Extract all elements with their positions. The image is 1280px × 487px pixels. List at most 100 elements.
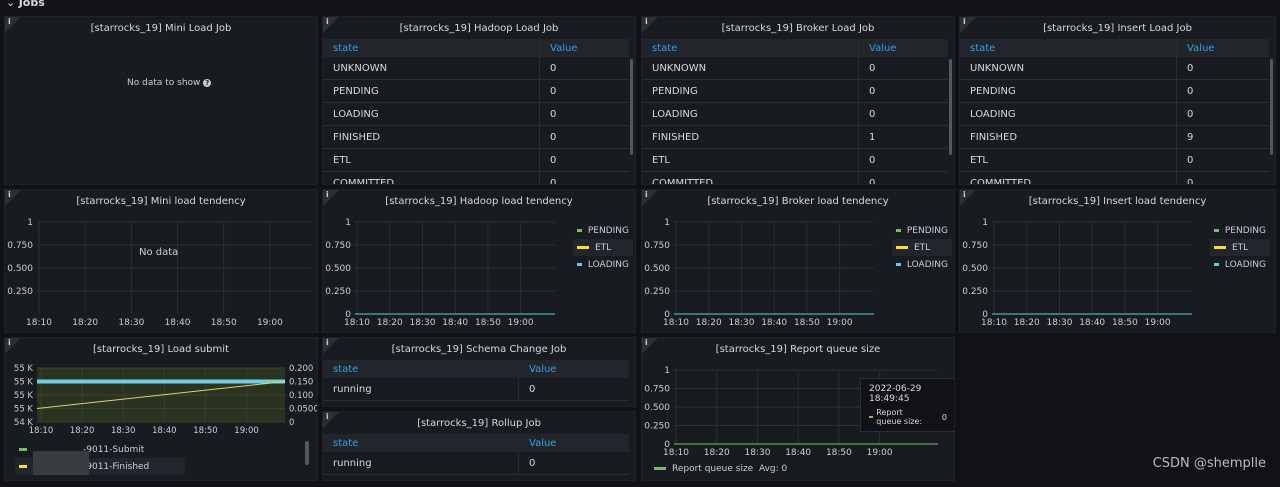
header-value[interactable]: Value: [519, 434, 629, 452]
y-right-tick-label: 0.100: [289, 391, 313, 401]
legend-label: ETL: [914, 242, 931, 253]
table-row: FINISHED 9: [960, 126, 1269, 149]
legend-item-pending[interactable]: PENDING: [892, 222, 952, 239]
y-tick-label: 0.250: [325, 287, 351, 297]
panel-title[interactable]: [starrocks_19] Schema Change Job: [323, 344, 635, 355]
header-state[interactable]: state: [960, 39, 1177, 57]
legend-swatch: [896, 263, 901, 266]
header-value[interactable]: Value: [519, 360, 629, 378]
y-tick-label: 0.750: [325, 241, 351, 251]
legend-item-etl[interactable]: ETL: [573, 239, 633, 256]
y-right-tick-label: 0: [289, 418, 294, 428]
no-data-message: No data: [139, 247, 179, 258]
line-chart[interactable]: 00.2500.5000.750118:10 18:20 18:30 18:40 18:…: [323, 190, 563, 333]
legend-item-pending[interactable]: PENDING: [1210, 222, 1270, 239]
cell-value: 0: [869, 63, 876, 74]
x-tick-label: 18:40: [152, 426, 177, 436]
chart-tooltip: 2022-06-29 18:49:45 Report queue size: 0: [860, 378, 954, 432]
table-header: state Value: [642, 39, 948, 57]
help-icon[interactable]: ?: [203, 79, 212, 87]
legend-swatch: [869, 416, 874, 418]
x-tick-label: 19:00: [234, 426, 259, 436]
header-value[interactable]: Value: [859, 39, 948, 57]
legend-swatch: [1214, 229, 1219, 232]
cell-state: running: [323, 378, 519, 400]
cell-state: LOADING: [960, 103, 1177, 125]
cell-state: ETL: [323, 149, 540, 171]
legend-label: ETL: [595, 242, 612, 253]
legend-item-loading[interactable]: LOADING: [892, 256, 952, 273]
legend-label: PENDING: [906, 225, 948, 236]
legend-swatch: [19, 448, 27, 451]
x-tick-label: 18:20: [1014, 318, 1040, 328]
legend-item-etl[interactable]: ETL: [892, 239, 952, 256]
dual-axis-line-chart[interactable]: 00.05000.1000.1500.20054 K55 K55 K55 K55…: [5, 338, 318, 438]
scrollbar[interactable]: [630, 59, 633, 155]
scrollbar[interactable]: [949, 59, 952, 155]
x-tick-label: 18:20: [704, 448, 730, 458]
legend-item-loading[interactable]: LOADING: [573, 256, 633, 273]
table-row: PENDING 0: [960, 80, 1269, 103]
no-data-message: No data to show ?: [127, 78, 212, 88]
cell-value: 0: [550, 109, 557, 120]
cell-value: 1: [869, 132, 876, 143]
panel-schema-change: i [starrocks_19] Schema Change Job state…: [322, 337, 636, 407]
line-chart[interactable]: 00.2500.5000.750118:10 18:20 18:30 18:40 18:…: [642, 190, 882, 333]
header-state[interactable]: state: [642, 39, 859, 57]
x-tick-label: 18:10: [663, 448, 689, 458]
line-chart[interactable]: 00.2500.5000.750118:10 18:20 18:30 18:40 18:…: [960, 190, 1200, 333]
header-value[interactable]: Value: [1177, 39, 1269, 57]
legend-label: -9011-Finished: [83, 461, 150, 472]
panel-title[interactable]: [starrocks_19] Rollup Job: [323, 418, 635, 429]
panel-broker-load-job: i [starrocks_19] Broker Load Job state Va…: [641, 16, 955, 185]
legend-swatch: [577, 263, 582, 266]
cell-value: 0: [550, 86, 557, 97]
legend-item-loading[interactable]: LOADING: [1210, 256, 1270, 273]
table-header: state Value: [323, 39, 629, 57]
panel-title[interactable]: [starrocks_19] Broker Load Job: [642, 23, 954, 34]
state-table: state Value running 0: [323, 360, 629, 401]
header-state[interactable]: state: [323, 39, 540, 57]
x-tick-label: 18:40: [1079, 318, 1105, 328]
x-tick-label: 18:30: [1046, 318, 1072, 328]
legend-label: LOADING: [587, 259, 629, 270]
cell-state: ETL: [960, 149, 1177, 171]
table-row: running 0: [323, 452, 629, 475]
cell-state: PENDING: [323, 80, 540, 102]
y-tick-label: 1: [27, 218, 33, 228]
legend-item-etl[interactable]: ETL: [1210, 239, 1270, 256]
table-row: ETL 0: [642, 149, 948, 172]
scrollbar[interactable]: [1270, 59, 1273, 155]
panel-title[interactable]: [starrocks_19] Mini Load Job: [5, 23, 317, 34]
y-tick-label: 1: [345, 218, 351, 228]
cell-value: 9: [1187, 132, 1194, 143]
panel-title[interactable]: [starrocks_19] Insert Load Job: [960, 23, 1275, 34]
row-title[interactable]: ⌄ Jobs: [6, 0, 45, 9]
panel-title[interactable]: [starrocks_19] Hadoop Load Job: [323, 23, 635, 34]
legend-scrollbar[interactable]: [305, 441, 309, 465]
cell-value: 0: [1187, 109, 1194, 120]
x-tick-label: 18:40: [165, 318, 191, 328]
legend-swatch: [1214, 263, 1219, 266]
legend-item-pending[interactable]: PENDING: [573, 222, 633, 239]
y-right-tick-label: 0.200: [289, 364, 313, 374]
cell-value: 0: [869, 86, 876, 97]
legend-swatch: [1214, 246, 1226, 249]
x-tick-label: 19:00: [1145, 318, 1171, 328]
y-tick-label: 1: [664, 218, 670, 228]
header-state[interactable]: state: [323, 434, 519, 452]
line-chart[interactable]: 0.250 0.500 0.750 1 18:10 18:20 18:30 18:40 18:5…: [5, 190, 318, 333]
panel-mini-tendency: i [starrocks_19] Mini load tendency 0.25…: [4, 189, 318, 333]
cell-value: 0: [869, 109, 876, 120]
y-tick-label: 0.250: [962, 287, 988, 297]
header-value[interactable]: Value: [540, 39, 629, 57]
cell-state: ETL: [642, 149, 859, 171]
legend-item[interactable]: Report queue size Avg: 0: [650, 460, 850, 477]
table-row: COMMITTED 0: [323, 172, 629, 184]
cell-state: PENDING: [960, 80, 1177, 102]
cell-value: 0: [529, 384, 536, 395]
x-tick-label: 18:20: [377, 318, 403, 328]
cell-value: 0: [869, 155, 876, 166]
chevron-down-icon: ⌄: [6, 0, 19, 9]
header-state[interactable]: state: [323, 360, 519, 378]
